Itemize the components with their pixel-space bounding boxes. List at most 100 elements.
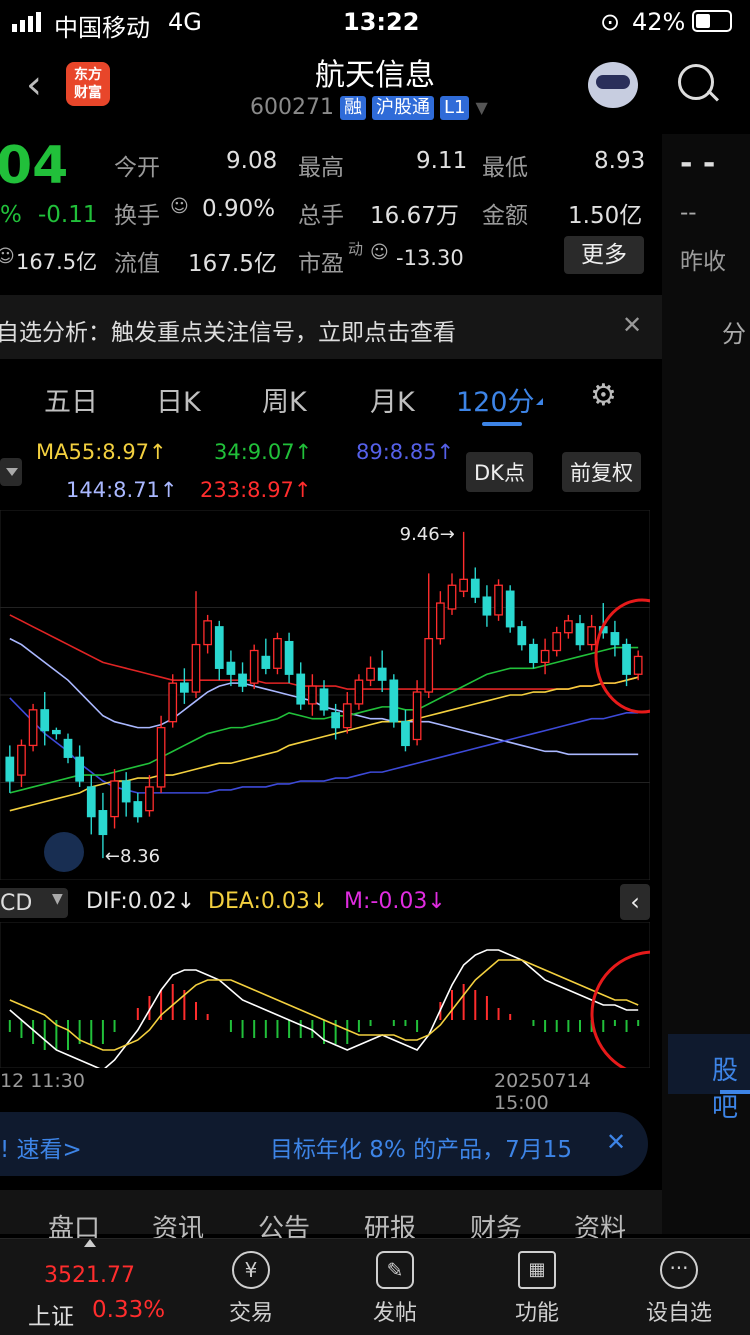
tab-underline (482, 422, 522, 426)
function-label: 功能 (514, 1301, 559, 1326)
tag-level: L1 (439, 95, 470, 120)
ma-line-ma34 (9, 646, 639, 794)
candle-body (168, 682, 178, 723)
candle-body (389, 679, 399, 723)
date-start: 12 11:30 (0, 1070, 85, 1092)
ad-banner[interactable]: ! 速看> 目标年化 8% 的产品，7月15 ✕ (0, 1112, 648, 1176)
ma34-legend: 34:9.07↑ (214, 440, 313, 464)
low-label: ←8.36 (105, 846, 160, 867)
notice-text[interactable]: 自选分析：触发重点关注信号，立即点击查看 (0, 313, 456, 347)
candle-body (459, 578, 469, 592)
dropdown-icon[interactable]: ▼ (475, 98, 487, 117)
candle-body (435, 602, 445, 640)
dif-label: DIF:0.02↓ (86, 889, 196, 914)
indicator-name: CD (0, 891, 33, 916)
candle-body (203, 620, 213, 646)
candle-body (470, 578, 480, 598)
date-axis: 12 11:30 20250714 15:00 (0, 1070, 650, 1114)
candle-body (296, 673, 306, 705)
candle-body (121, 780, 131, 803)
macd-frame (0, 922, 650, 1068)
turnover-value: 0.90% (202, 196, 276, 222)
candle-body (494, 584, 503, 616)
ad-close-icon[interactable]: ✕ (606, 1128, 626, 1156)
info-icon: ☺ (0, 246, 15, 267)
candle-body (179, 682, 189, 693)
footer-bar: 3521.77 上证 0.33% ¥ 交易 ✎ 发帖 ▦ 功能 ··· 设自选 (0, 1238, 750, 1335)
candle-body (86, 786, 96, 818)
guba-tab[interactable]: 股吧 (668, 1034, 750, 1123)
collapse-arrow-icon[interactable]: ‹ (620, 884, 650, 920)
trade-button[interactable]: ¥ 交易 (196, 1251, 306, 1327)
macd-header: CD ▼ DIF:0.02↓ DEA:0.03↓ M:-0.03↓ ‹ (0, 884, 650, 922)
lock-rotation-icon: ⊙ (600, 8, 621, 36)
bottom-tabs: 盘口 资讯 公告 研报 财务 资料 (0, 1190, 662, 1244)
tab-5day[interactable]: 五日 (44, 380, 98, 419)
kline-chart[interactable]: 9.46→ ←8.36 (0, 510, 650, 880)
function-button[interactable]: ▦ 功能 (482, 1251, 592, 1327)
status-bar: 中国移动 4G 13:22 ⊙ 42% (0, 0, 750, 44)
prev-close-label: 昨收 (680, 249, 726, 275)
amount-label: 金额 (482, 203, 528, 229)
index-pct[interactable]: 0.33% (92, 1297, 165, 1323)
carrier: 中国移动 (54, 14, 150, 42)
ad-right-text[interactable]: 目标年化 8% 的产品，7月15 (270, 1130, 572, 1164)
candle-body (633, 655, 643, 675)
tab-120min[interactable]: 120分 (456, 380, 535, 419)
candle-body (529, 643, 538, 664)
kline-tabs: 五日 日K 周K 月K 120分 ⚙ (0, 368, 662, 428)
change-pct: % (0, 202, 22, 228)
prev-close-value: - - (680, 146, 716, 181)
help-icon[interactable]: ☺ (170, 196, 189, 217)
post-button[interactable]: ✎ 发帖 (340, 1251, 450, 1327)
robot-avatar-icon[interactable] (588, 62, 638, 108)
pe-help-icon[interactable]: ☺ (370, 242, 389, 263)
tab-week[interactable]: 周K (262, 380, 307, 419)
tab-day[interactable]: 日K (156, 380, 201, 419)
candle-body (63, 738, 73, 758)
more-button[interactable]: 更多 (564, 236, 644, 274)
stock-subtitle: 600271 融 沪股通 L1 ▼ (250, 95, 488, 120)
battery-icon (692, 10, 732, 32)
guba-label[interactable]: 股吧 (712, 1050, 750, 1124)
pe-value: -13.30 (396, 246, 464, 270)
legend-toggle-icon[interactable] (0, 458, 22, 486)
market-cap: 167.5亿 (16, 250, 98, 274)
candle-body (610, 632, 620, 646)
float-cap-label: 流值 (114, 251, 160, 277)
annotation-circle-macd (590, 950, 650, 1068)
adjust-button[interactable]: 前复权 (562, 452, 641, 492)
candle-body (401, 721, 410, 747)
candle-body (354, 679, 364, 705)
current-price: 04 (0, 136, 69, 196)
settings-gear-icon[interactable]: ⚙ (590, 378, 617, 413)
float-cap-value: 167.5亿 (188, 251, 277, 277)
ma55-legend: MA55:8.97↑ (36, 440, 167, 464)
tab-month[interactable]: 月K (370, 380, 415, 419)
candle-body (214, 626, 224, 669)
ma144-legend: 144:8.71↑ (66, 478, 178, 502)
side-label: 分 (722, 320, 746, 348)
indicator-select[interactable]: CD ▼ (0, 888, 68, 918)
battery-percent: 42% (632, 8, 686, 36)
search-icon[interactable] (678, 64, 714, 100)
notice-banner[interactable]: 自选分析：触发重点关注信号，立即点击查看 ✕ (0, 295, 662, 359)
add-watchlist-button[interactable]: ··· 设自选 (624, 1251, 734, 1327)
ma89-legend: 89:8.85↑ (356, 440, 455, 464)
volume-label: 总手 (298, 203, 344, 229)
index-value[interactable]: 3521.77 (44, 1263, 135, 1288)
m-label: M:-0.03↓ (344, 889, 446, 914)
amount-value: 1.50亿 (568, 203, 643, 229)
dk-button[interactable]: DK点 (466, 452, 533, 492)
clock: 13:22 (343, 8, 420, 36)
candle-body (261, 655, 271, 669)
close-icon[interactable]: ✕ (622, 311, 642, 339)
dea-label: DEA:0.03↓ (208, 889, 329, 914)
date-end: 20250714 15:00 (494, 1070, 591, 1114)
index-name[interactable]: 上证 (28, 1297, 74, 1331)
volume-value: 16.67万 (370, 203, 459, 229)
ad-left-text[interactable]: ! 速看> (0, 1130, 82, 1164)
candle-body (517, 626, 527, 646)
low-value: 8.93 (594, 148, 646, 174)
candle-body (587, 626, 597, 646)
